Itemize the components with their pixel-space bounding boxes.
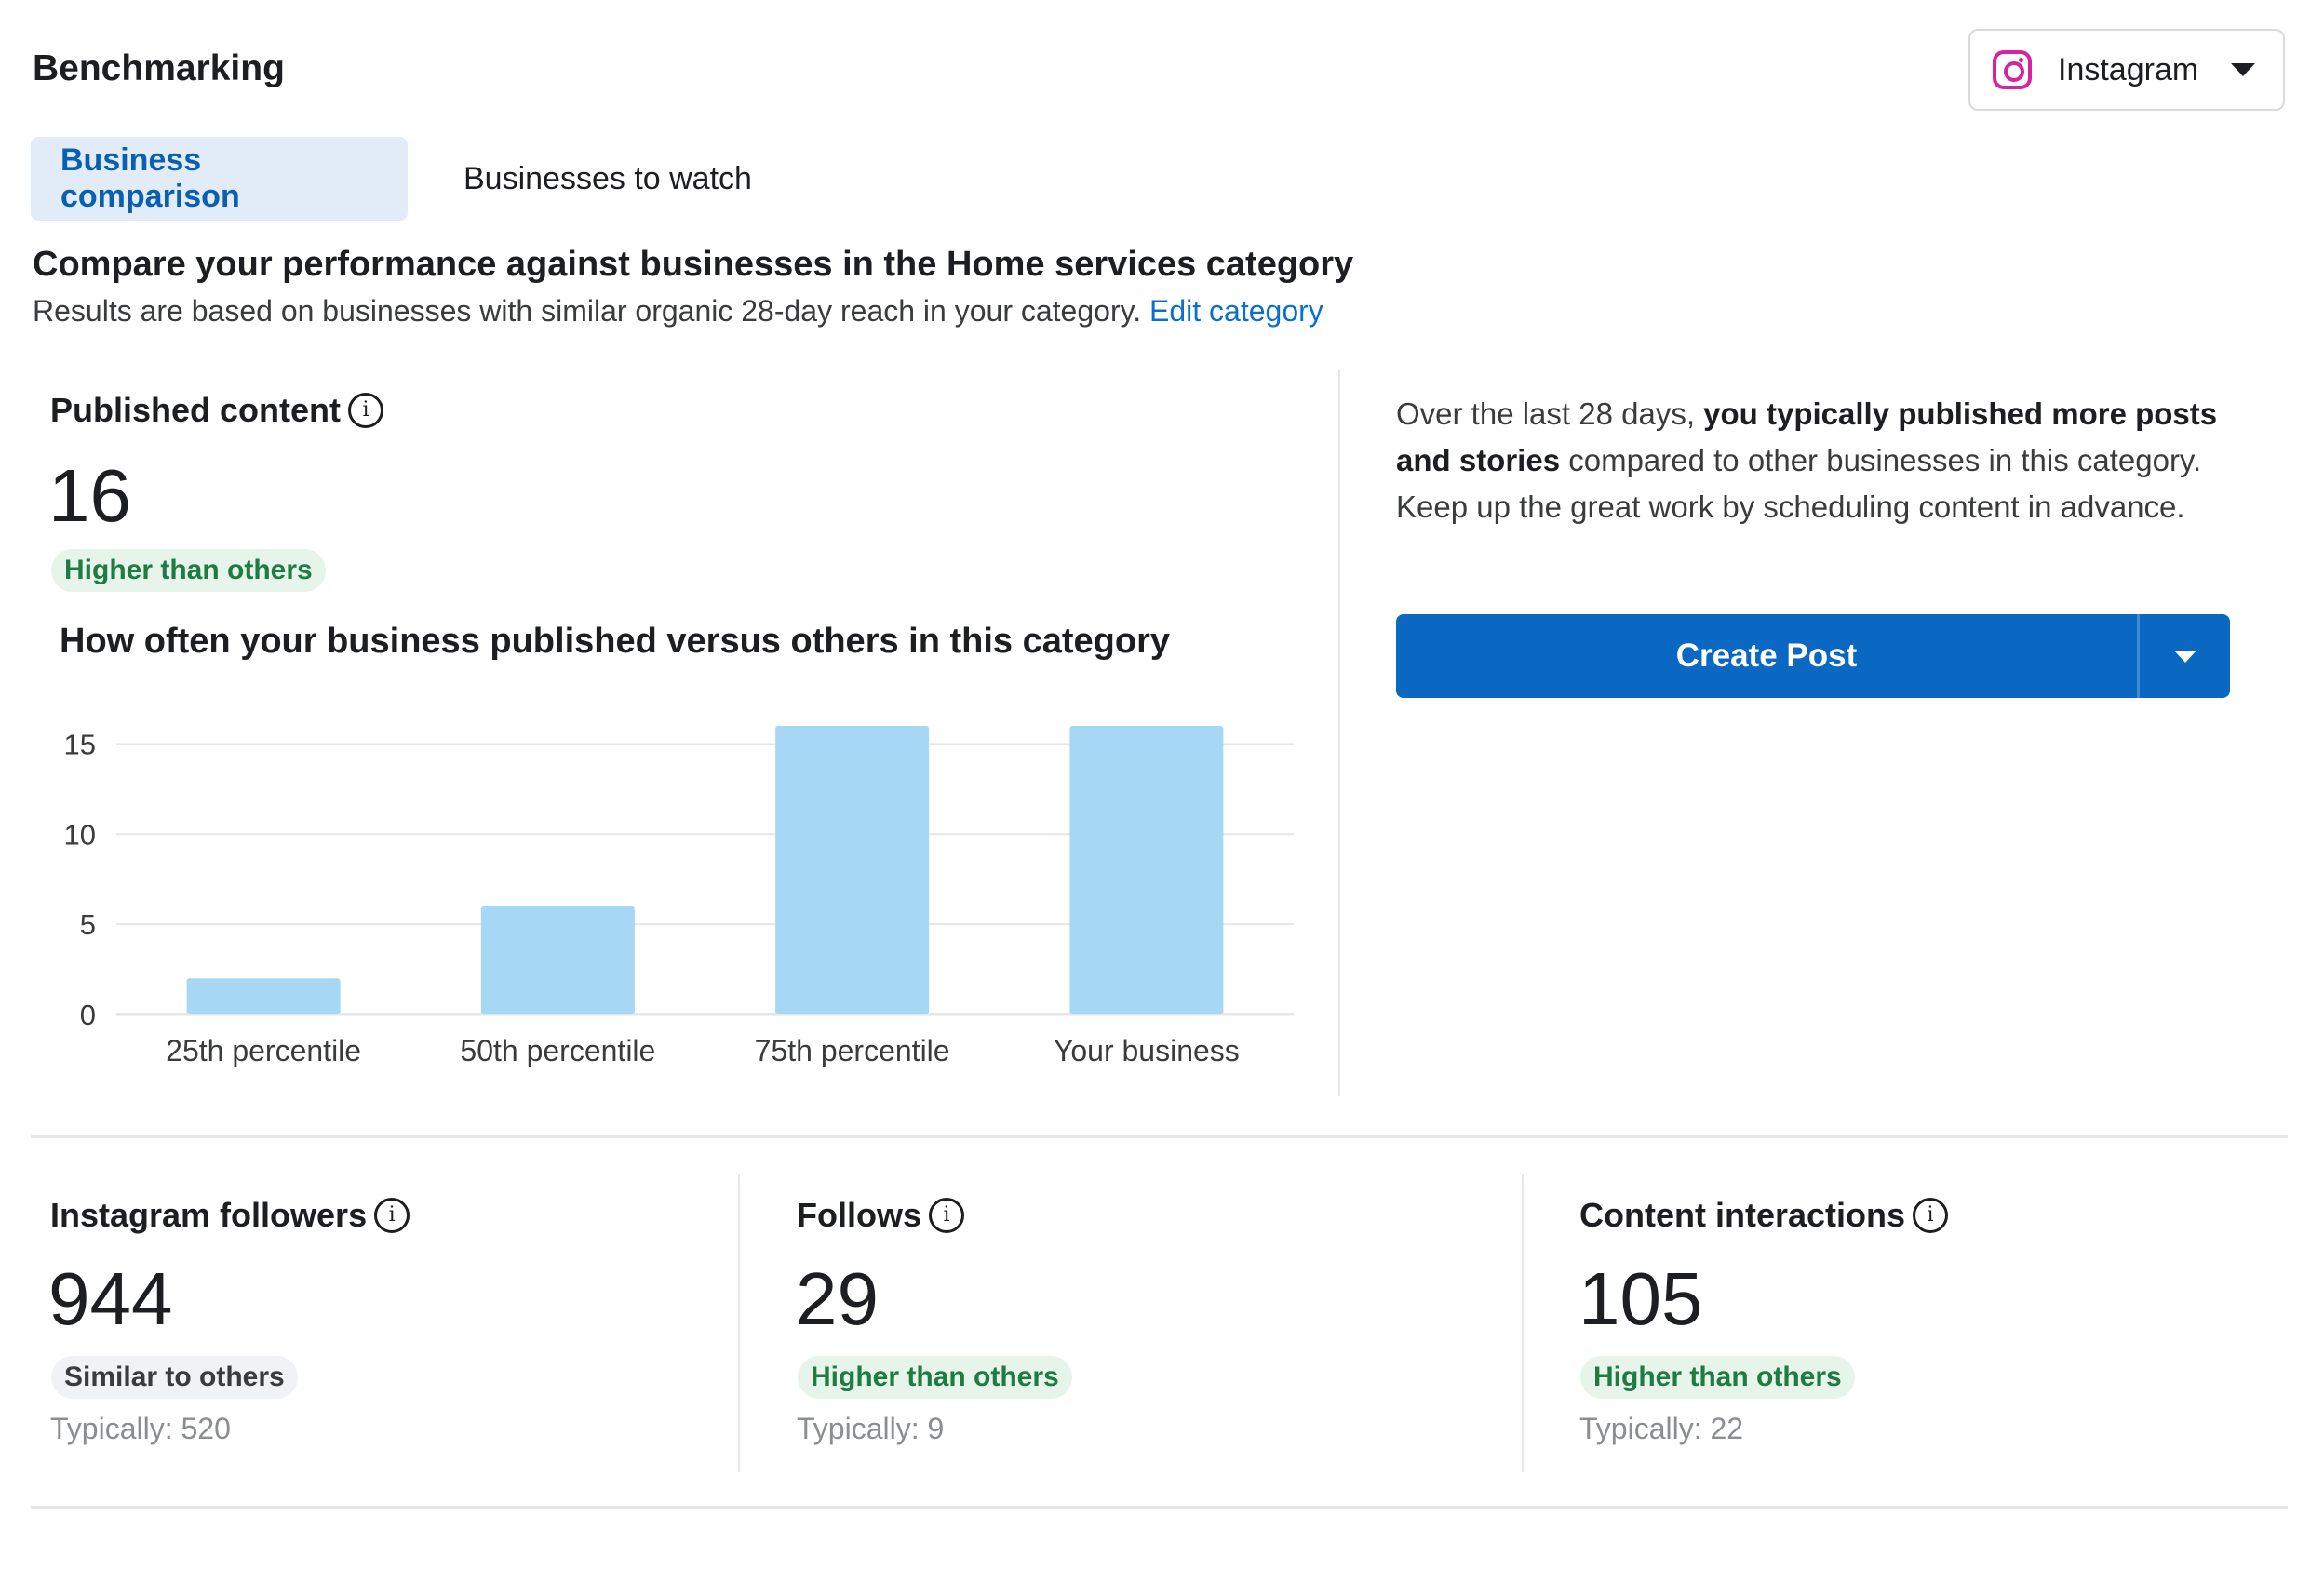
summary-part1: Over the last 28 days, (1396, 396, 1704, 431)
y-tick-label: 5 (80, 908, 96, 941)
instagram-followers-value: 944 (48, 1257, 173, 1340)
compare-heading: Compare your performance against busines… (33, 245, 1354, 284)
published-content-label-text: Published content (50, 391, 342, 429)
bar-chart: 0 5 10 15 25th percentile 50th percentile 75th… (64, 726, 1294, 1067)
compare-subtext-text: Results are based on businesses with sim… (33, 294, 1142, 328)
create-post-dropdown[interactable] (2137, 614, 2230, 698)
tab-business-comparison[interactable]: Business comparison (31, 137, 408, 221)
vertical-divider (738, 1174, 740, 1472)
summary-text: Over the last 28 days, you typically pub… (1396, 391, 2234, 530)
follows-label-text: Follows (797, 1196, 921, 1234)
follows-typical: Typically: 9 (797, 1412, 945, 1445)
create-post-label[interactable]: Create Post (1396, 614, 2137, 698)
chevron-down-icon (2173, 650, 2196, 663)
tab-businesses-to-watch[interactable]: Businesses to watch (434, 137, 782, 221)
info-icon[interactable]: i (348, 393, 384, 428)
page-title: Benchmarking (33, 48, 285, 88)
published-content-badge: Higher than others (51, 549, 326, 592)
benchmarking-page: Benchmarking Instagram Business comparis… (0, 0, 2324, 1583)
bar[interactable] (1069, 726, 1224, 1014)
y-tick-label: 10 (64, 818, 96, 851)
vertical-divider (1338, 370, 1340, 1096)
platform-label: Instagram (2058, 51, 2199, 87)
content-interactions-label: Content interactions i (1579, 1196, 1949, 1235)
info-icon[interactable]: i (929, 1198, 964, 1233)
follows-label: Follows i (797, 1196, 964, 1235)
bar[interactable] (186, 978, 341, 1014)
chart-title: How often your business published versus… (60, 622, 1171, 661)
instagram-followers-typical: Typically: 520 (50, 1412, 231, 1445)
info-icon[interactable]: i (1913, 1198, 1949, 1233)
follows-value: 29 (796, 1257, 879, 1340)
x-tick-label: Your business (1054, 1034, 1240, 1067)
x-tick-label: 25th percentile (166, 1034, 361, 1067)
x-tick-label: 75th percentile (755, 1034, 950, 1067)
platform-dropdown[interactable]: Instagram (1968, 29, 2285, 111)
x-tick-label: 50th percentile (460, 1034, 655, 1067)
content-interactions-typical: Typically: 22 (1579, 1412, 1744, 1445)
content-interactions-label-text: Content interactions (1579, 1196, 1906, 1234)
y-tick-label: 0 (80, 999, 96, 1031)
instagram-followers-badge: Similar to others (51, 1356, 298, 1399)
vertical-divider (1522, 1174, 1524, 1472)
edit-category-link[interactable]: Edit category (1149, 294, 1323, 328)
published-content-label: Published content i (50, 391, 384, 430)
create-post-button[interactable]: Create Post (1396, 614, 2230, 698)
instagram-followers-label: Instagram followers i (50, 1196, 410, 1235)
content-interactions-value: 105 (1578, 1257, 1703, 1340)
chevron-down-icon (2231, 63, 2255, 76)
bottom-divider (31, 1506, 2288, 1509)
content-interactions-badge: Higher than others (1580, 1356, 1855, 1399)
instagram-icon (1993, 50, 2032, 89)
published-content-value: 16 (48, 454, 131, 537)
instagram-followers-label-text: Instagram followers (50, 1196, 368, 1234)
compare-subtext: Results are based on businesses with sim… (33, 294, 1323, 329)
y-tick-label: 15 (64, 728, 96, 760)
bar[interactable] (480, 906, 635, 1014)
section-divider (31, 1135, 2288, 1138)
follows-badge: Higher than others (798, 1356, 1072, 1399)
info-icon[interactable]: i (374, 1198, 410, 1233)
bar[interactable] (775, 726, 930, 1014)
